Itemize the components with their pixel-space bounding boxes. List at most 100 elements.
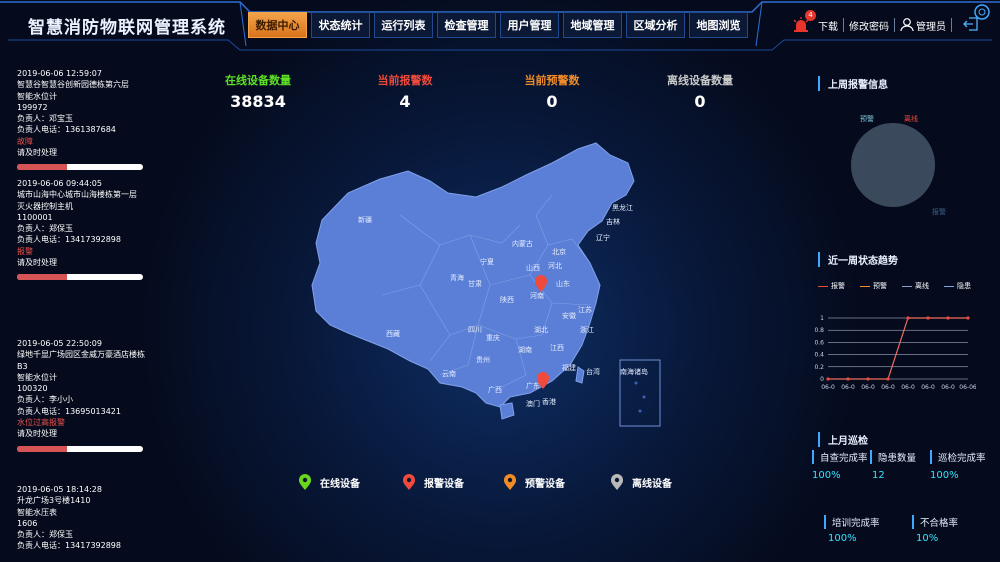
stat-value: 0 [546, 92, 558, 111]
alarm-phone: 负责人电话：13695013421 [17, 406, 121, 416]
map-pin-icon [611, 474, 623, 490]
stat-block: 离线设备数量 0 [640, 72, 760, 111]
data-point[interactable] [966, 316, 970, 320]
legend-line-icon [860, 285, 870, 287]
alarm-progress [17, 164, 143, 171]
alarm-phone: 负责人电话：13417392898 [17, 235, 121, 245]
alarm-item[interactable]: 2019-06-06 12:59:07 智慧谷智慧谷创新园德栋第六层 智能水位计 19… [17, 68, 147, 171]
province-label: 香港 [542, 398, 556, 406]
header-tools: 4 下载 修改密码 管理员 [792, 10, 979, 34]
alarm-phone: 负责人电话：1361387684 [17, 125, 116, 135]
x-tick-label: 06-0 [861, 384, 875, 391]
province-label: 重庆 [486, 334, 500, 342]
alarm-code: 1100001 [17, 212, 53, 222]
province-label: 陕西 [500, 296, 514, 304]
trend-legend-item[interactable]: 预警 [860, 281, 887, 291]
user-name[interactable]: 管理员 [916, 18, 946, 33]
alarm-progress [17, 274, 143, 281]
pie-label: 离线 [904, 115, 918, 123]
data-point[interactable] [846, 377, 850, 381]
x-tick-label: 06-0 [821, 384, 835, 391]
trend-legend-item[interactable]: 离线 [902, 281, 929, 291]
legend-item[interactable]: 报警设备 [402, 474, 464, 491]
province-label: 湖北 [534, 326, 548, 334]
nav-tab[interactable]: 检查管理 [437, 12, 496, 38]
legend-label: 报警设备 [424, 479, 464, 490]
province-label: 山东 [556, 280, 570, 288]
x-tick-label: 06-0 [921, 384, 935, 391]
trend-title: 近一周状态趋势 [818, 252, 898, 267]
trend-legend-item[interactable]: 报警 [818, 281, 845, 291]
trend-legend-item[interactable]: 隐患 [944, 281, 971, 291]
stat-label: 在线设备数量 [225, 74, 291, 87]
pie-label: 报警 [932, 208, 946, 216]
stat-value: 4 [399, 92, 411, 111]
data-point[interactable] [946, 316, 950, 320]
alarm-location: 升龙广场3号楼1410 [17, 496, 91, 506]
nav-tab[interactable]: 地域管理 [563, 12, 622, 38]
nav-tab[interactable]: 区域分析 [626, 12, 685, 38]
data-point[interactable] [866, 377, 870, 381]
download-link[interactable]: 下载 [818, 18, 838, 33]
data-point[interactable] [826, 377, 830, 381]
header: 智慧消防物联网管理系统 数据中心 状态统计 运行列表 检查管理 用户管理 地域管理 区域分析… [0, 0, 1000, 52]
legend-item[interactable]: 离线设备 [610, 474, 672, 491]
kpi-value: 100% [812, 470, 841, 481]
province-label: 西藏 [386, 330, 400, 338]
x-tick-label: 06-0 [881, 384, 895, 391]
stat-label: 当前报警数 [377, 74, 433, 87]
stat-block: 在线设备数量 38834 [198, 72, 318, 111]
x-tick-label: 06-06 [959, 384, 976, 391]
data-point[interactable] [926, 316, 930, 320]
alarm-code: 1606 [17, 518, 38, 528]
alarm-device: 灭火器控制主机 [17, 201, 73, 211]
province-label: 河北 [548, 262, 562, 270]
china-map: 新疆 西藏 青海 甘肃 宁夏 内蒙古 北京 河北 山西 陕西 河南 山东 四川 重庆 湖北 安徽 江苏 浙江 湖南江… [290, 135, 690, 439]
alarm-item[interactable]: 2019-06-05 22:50:09 绿地千显广场园区金威万豪酒店楼栋B3 智能水… [17, 338, 147, 452]
change-password-link[interactable]: 修改密码 [849, 18, 889, 33]
stat-block: 当前报警数 4 [345, 72, 465, 111]
alarm-item[interactable]: 2019-06-06 09:44:05 城市山海中心城市山海楼栋第一层 灭火器控制主… [17, 178, 147, 281]
last-week-title: 上周报警信息 [818, 76, 888, 91]
data-point[interactable] [906, 316, 910, 320]
province-label: 辽宁 [596, 234, 610, 242]
kpi-label: 培训完成率 [824, 515, 880, 529]
y-tick-label: 0.2 [814, 364, 824, 371]
province-label: 内蒙古 [512, 240, 533, 248]
kpi-value: 10% [916, 533, 939, 544]
user-icon[interactable] [900, 17, 914, 34]
alarm-code: 199972 [17, 102, 48, 112]
alarm-location: 智慧谷智慧谷创新园德栋第六层 [17, 80, 129, 90]
alarm-item[interactable]: 2019-06-05 18:14:28 升龙广场3号楼1410 智能水压表 1606 负… [17, 484, 147, 552]
nav-tab[interactable]: 状态统计 [311, 12, 370, 38]
alarm-location: 城市山海中心城市山海楼栋第一层 [17, 190, 137, 200]
nav-tab[interactable]: 地图浏览 [689, 12, 748, 38]
kpi-value: 100% [828, 533, 857, 544]
data-point[interactable] [886, 377, 890, 381]
province-label: 宁夏 [480, 258, 494, 266]
trend-chart: 0 0.2 0.4 0.6 0.8 1 06-0 06-0 06-0 06-0 06-0 06-0 06… [814, 315, 976, 391]
legend-item[interactable]: 在线设备 [298, 474, 360, 491]
y-tick-label: 0.6 [814, 339, 824, 346]
alert-pin-icon[interactable] [534, 275, 548, 297]
y-tick-label: 0.4 [814, 352, 824, 359]
corner-ring-icon [973, 3, 991, 25]
province-label: 澳门 [526, 400, 540, 408]
main-nav: 数据中心 状态统计 运行列表 检查管理 用户管理 地域管理 区域分析 地图浏览 [248, 12, 748, 38]
legend-label: 在线设备 [320, 479, 360, 490]
nav-tab[interactable]: 运行列表 [374, 12, 433, 38]
nav-tab[interactable]: 用户管理 [500, 12, 559, 38]
province-label: 浙江 [580, 326, 594, 334]
alert-pin-icon[interactable] [536, 372, 550, 394]
stat-block: 当前预警数 0 [492, 72, 612, 111]
alarm-time: 2019-06-06 09:44:05 [17, 179, 102, 188]
series-line [828, 317, 968, 380]
alarm-time: 2019-06-05 18:14:28 [17, 485, 102, 494]
legend-label: 离线设备 [632, 479, 672, 490]
province-label: 青海 [450, 274, 464, 282]
stat-label: 离线设备数量 [667, 74, 733, 87]
legend-item[interactable]: 预警设备 [503, 474, 565, 491]
province-label: 安徽 [562, 312, 576, 320]
nav-tab[interactable]: 数据中心 [248, 12, 307, 38]
alarm-bell-icon[interactable]: 4 [792, 10, 816, 34]
